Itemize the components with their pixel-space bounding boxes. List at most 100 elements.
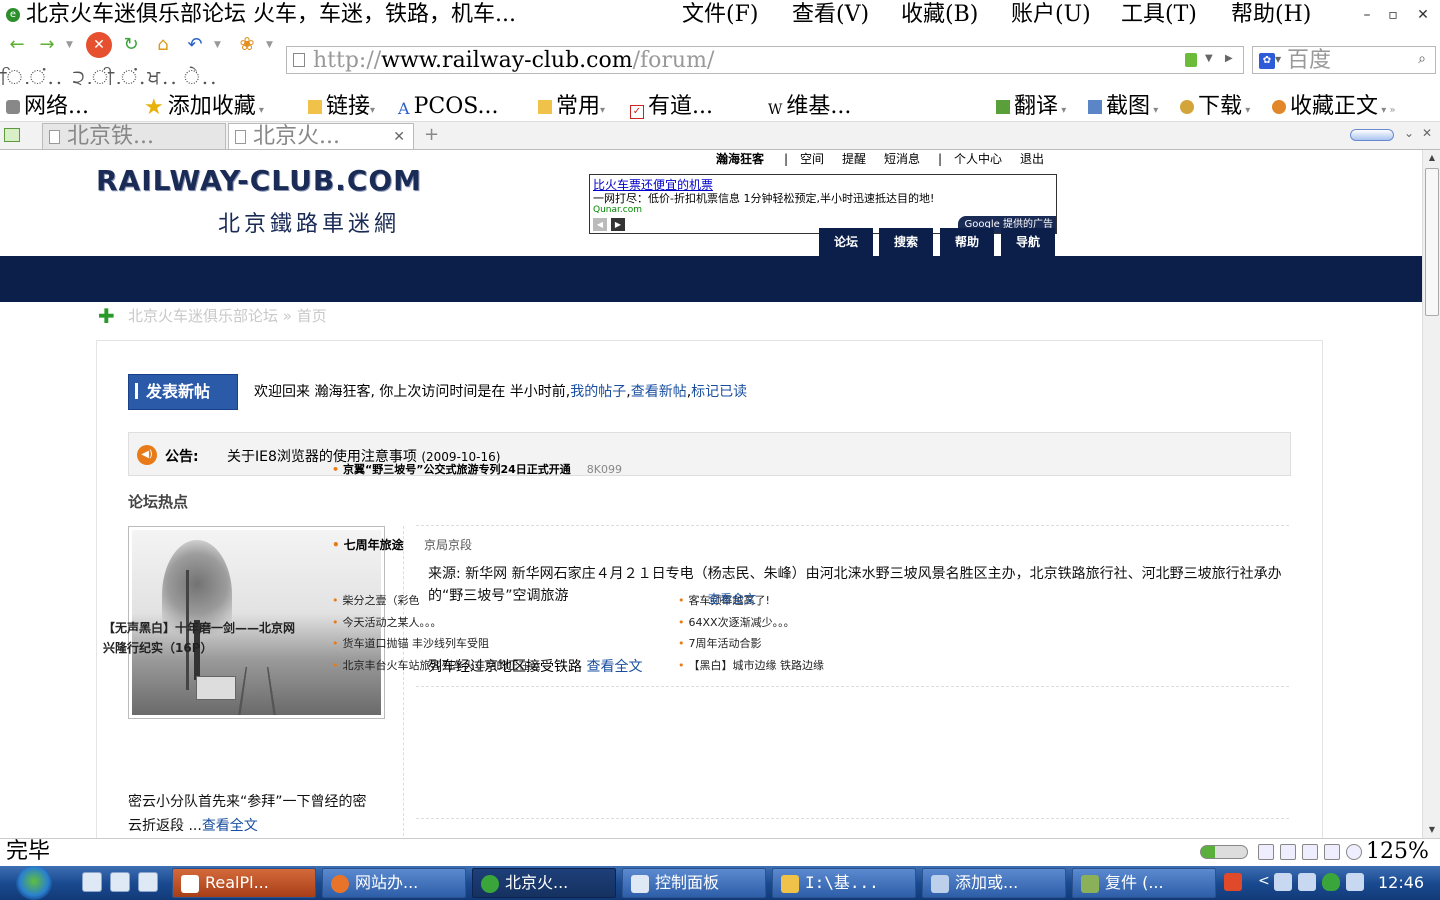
fav-wiki[interactable]: W 维基... <box>768 92 851 122</box>
quicklaunch-icon[interactable] <box>110 872 130 892</box>
quicklaunch-icon[interactable] <box>138 872 158 892</box>
fav-screenshot[interactable]: 截图 ▾ <box>1088 92 1158 122</box>
tray-expand-icon[interactable]: < <box>1258 873 1270 889</box>
overlay-list-item[interactable]: • 七周年旅途 <box>332 536 404 553</box>
stop-button[interactable]: ✕ <box>86 32 112 58</box>
secure-icon[interactable] <box>1185 53 1197 67</box>
view-new-posts-link[interactable]: 查看新帖 <box>631 384 687 400</box>
menu-favorites[interactable]: 收藏(B) <box>901 0 978 30</box>
user-center-link[interactable]: 个人中心 <box>954 152 1002 166</box>
news-category-tag[interactable]: 京局京段 <box>424 536 472 553</box>
search-box[interactable]: ✿ ▼ 百度 ⌕ <box>1252 46 1436 74</box>
menu-view[interactable]: 查看(V) <box>792 0 869 30</box>
menu-file[interactable]: 文件(F) <box>682 0 758 30</box>
menu-help[interactable]: 帮助(H) <box>1231 0 1311 30</box>
nav-navigation-tab[interactable]: 导航 <box>1001 228 1055 256</box>
volume-icon[interactable] <box>1324 844 1340 860</box>
ad-url[interactable]: Qunar.com <box>593 205 642 215</box>
scroll-down-icon[interactable]: ▼ <box>1423 822 1440 838</box>
network-icon[interactable] <box>1274 873 1292 891</box>
fav-network[interactable]: 网络... <box>6 92 89 122</box>
toggle-switch-icon[interactable] <box>1200 845 1248 859</box>
read-more-link[interactable]: 查看全文 <box>586 659 642 675</box>
fav-download[interactable]: 下载 ▾ <box>1180 92 1250 122</box>
fav-bookmark-text[interactable]: 收藏正文 ▾ » <box>1272 92 1396 122</box>
nav-forum-tab[interactable]: 论坛 <box>819 228 873 256</box>
messages-link[interactable]: 短消息 <box>884 152 920 166</box>
fav-translate[interactable]: 翻译 ▾ <box>996 92 1066 122</box>
list-item[interactable]: • 7周年活动合影 <box>678 635 762 651</box>
new-post-button[interactable]: 发表新帖 <box>128 374 238 410</box>
back-button[interactable]: ← <box>4 32 30 58</box>
ad-prev-button[interactable]: ◀ <box>593 218 607 231</box>
list-item[interactable]: • 64XX次逐渐减少。。。 <box>678 614 795 630</box>
breadcrumb[interactable]: 北京火车迷俱乐部论坛 » 首页 <box>128 305 327 326</box>
menu-tools[interactable]: 工具(T) <box>1121 0 1197 30</box>
expand-plus-icon[interactable]: ✚ <box>98 304 115 328</box>
status-icon[interactable] <box>1302 844 1318 860</box>
reminder-link[interactable]: 提醒 <box>842 152 866 166</box>
close-window-button[interactable]: ✕ <box>1412 6 1434 24</box>
sidebar-toggle-icon[interactable] <box>4 128 20 142</box>
fav-add-favorite[interactable]: ★ 添加收藏 ▾ <box>144 92 264 122</box>
username-link[interactable]: 瀚海狂客 <box>716 152 764 166</box>
fav-common[interactable]: 常用▾ <box>538 92 605 122</box>
ad-next-button[interactable]: ▶ <box>611 218 625 231</box>
site-logo[interactable]: RAILWAY-CLUB.COM <box>96 164 422 197</box>
scroll-up-icon[interactable]: ▲ <box>1423 150 1440 166</box>
tab-list-dropdown-icon[interactable]: ⌄ <box>1404 126 1414 140</box>
address-dropdown-icon[interactable]: ▼ <box>1205 53 1213 64</box>
fav-pcos[interactable]: A PCOS... <box>398 92 499 122</box>
search-icon[interactable]: ⌕ <box>1413 51 1431 69</box>
tab-close-all-icon[interactable]: ✕ <box>1422 126 1432 140</box>
baidu-paw-icon[interactable]: ✿ <box>1259 53 1275 69</box>
nav-help-tab[interactable]: 帮助 <box>940 228 994 256</box>
scroll-thumb[interactable] <box>1425 168 1439 316</box>
tab-beijing-railway[interactable]: 北京铁... <box>42 123 226 149</box>
forward-button[interactable]: → <box>34 32 60 58</box>
address-bar[interactable]: http://www.railway-club.com/forum/ ▼ ▶ <box>286 46 1244 74</box>
undo-button[interactable]: ↶ <box>182 32 208 58</box>
vertical-scrollbar[interactable]: ▲ ▼ <box>1422 150 1440 838</box>
new-tab-button[interactable]: + <box>424 124 439 145</box>
shield-icon[interactable] <box>1322 873 1340 891</box>
my-posts-link[interactable]: 我的帖子 <box>570 384 626 400</box>
menu-account[interactable]: 账户(U) <box>1011 0 1091 30</box>
start-button[interactable] <box>16 866 52 900</box>
status-icon[interactable] <box>1280 844 1296 860</box>
paw-icon[interactable]: ❀ <box>234 32 260 58</box>
taskbar-item-copy[interactable]: 复件 (... <box>1072 868 1216 898</box>
minimize-button[interactable]: – <box>1356 6 1378 24</box>
logout-link[interactable]: 退出 <box>1020 152 1044 166</box>
home-button[interactable]: ⌂ <box>150 32 176 58</box>
photo-caption[interactable]: 【无声黑白】十年磨一剑——北京网兴隆行纪实（16P） <box>103 618 303 658</box>
fav-youdao[interactable]: ✓ 有道... <box>630 92 713 122</box>
paw-dropdown-icon[interactable]: ▼ <box>266 40 273 50</box>
taskbar-item-realplayer[interactable]: RealPl... <box>172 868 316 898</box>
taskbar-item-folder[interactable]: I:\基... <box>772 868 916 898</box>
hot-topic-overlay[interactable]: • 京翼“野三坡号”公交式旅游专列24日正式开通 8K099 <box>332 461 622 477</box>
read-more-overlay-link[interactable]: 查看全文 <box>708 590 756 607</box>
fav-links[interactable]: 链接▾ <box>308 92 375 122</box>
tab-beijing-train[interactable]: 北京火... ✕ <box>228 123 414 149</box>
go-icon[interactable]: ▶ <box>1225 53 1233 64</box>
list-item[interactable]: • 北京丰台火车站旅客列车火车站的正在运 <box>332 657 541 673</box>
taskbar-item-add-remove[interactable]: 添加或... <box>922 868 1066 898</box>
list-item[interactable]: • 今天活动之某人。。。 <box>332 614 442 630</box>
taskbar-item-control-panel[interactable]: 控制面板 <box>622 868 766 898</box>
history-dropdown-icon[interactable]: ▼ <box>66 40 73 50</box>
taskbar-item-website[interactable]: 网站办... <box>322 868 466 898</box>
taskbar-item-browser[interactable]: 北京火... <box>472 868 616 898</box>
status-icon[interactable] <box>1258 844 1274 860</box>
list-item[interactable]: • 货车道口抛锚 丰沙线列车受阻 <box>332 635 489 651</box>
undo-dropdown-icon[interactable]: ▼ <box>214 40 221 50</box>
quicklaunch-icon[interactable] <box>82 872 102 892</box>
refresh-button[interactable]: ↻ <box>118 32 144 58</box>
restore-button[interactable]: ▫ <box>1382 6 1404 24</box>
nav-search-tab[interactable]: 搜索 <box>879 228 933 256</box>
tray-icon[interactable] <box>1346 873 1364 891</box>
space-link[interactable]: 空间 <box>800 152 824 166</box>
close-tab-icon[interactable]: ✕ <box>393 124 405 150</box>
tab-scroll-slider[interactable] <box>1350 129 1394 141</box>
zoom-icon[interactable] <box>1346 844 1362 860</box>
